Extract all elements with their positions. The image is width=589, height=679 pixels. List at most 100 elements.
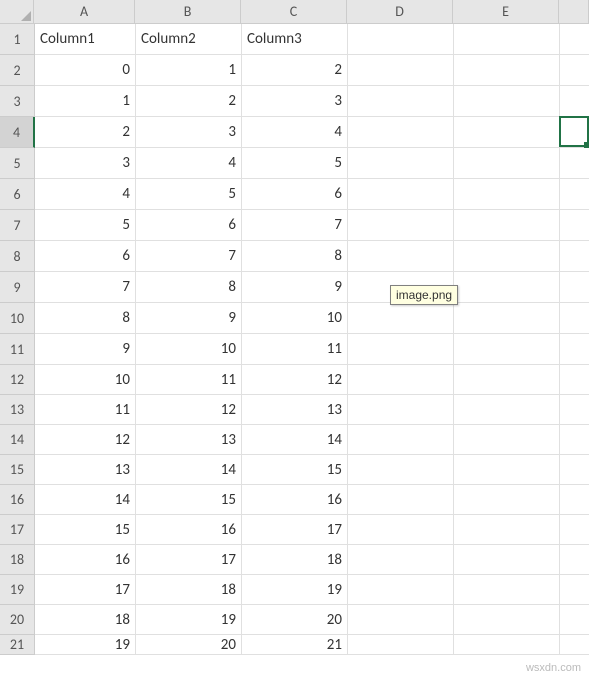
row-header-13[interactable]: 13: [0, 395, 35, 425]
cell[interactable]: [560, 575, 589, 605]
cell[interactable]: [454, 395, 560, 425]
row-header-9[interactable]: 9: [0, 272, 35, 303]
cell[interactable]: 6: [242, 179, 348, 210]
cell[interactable]: [348, 179, 454, 210]
cell[interactable]: [560, 303, 589, 334]
cell[interactable]: [560, 272, 589, 303]
cell[interactable]: Column1: [35, 24, 136, 55]
cell[interactable]: 3: [35, 148, 136, 179]
cell[interactable]: 6: [136, 210, 242, 241]
row-header-15[interactable]: 15: [0, 455, 35, 485]
col-header-b[interactable]: B: [135, 0, 241, 24]
cell[interactable]: [348, 635, 454, 655]
row-header-6[interactable]: 6: [0, 179, 35, 210]
cell[interactable]: [348, 575, 454, 605]
cell[interactable]: 12: [35, 425, 136, 455]
cell[interactable]: 8: [242, 241, 348, 272]
cell[interactable]: 0: [35, 55, 136, 86]
cell[interactable]: [560, 485, 589, 515]
cell[interactable]: 12: [136, 395, 242, 425]
cell[interactable]: [454, 635, 560, 655]
cell[interactable]: 16: [136, 515, 242, 545]
cell[interactable]: [348, 86, 454, 117]
cell[interactable]: 5: [242, 148, 348, 179]
cell[interactable]: [454, 605, 560, 635]
cell[interactable]: [560, 334, 589, 365]
cell[interactable]: [560, 86, 589, 117]
col-header-f[interactable]: [559, 0, 589, 24]
cell[interactable]: 13: [242, 395, 348, 425]
row-header-16[interactable]: 16: [0, 485, 35, 515]
cell[interactable]: 7: [35, 272, 136, 303]
cell[interactable]: [560, 365, 589, 395]
row-header-8[interactable]: 8: [0, 241, 35, 272]
cell[interactable]: [348, 485, 454, 515]
cell[interactable]: 10: [35, 365, 136, 395]
cell[interactable]: [454, 117, 560, 148]
cell[interactable]: Column3: [242, 24, 348, 55]
cell[interactable]: 14: [136, 455, 242, 485]
row-header-11[interactable]: 11: [0, 334, 35, 365]
cell[interactable]: [560, 24, 589, 55]
cell[interactable]: [560, 455, 589, 485]
cell[interactable]: 3: [136, 117, 242, 148]
row-header-14[interactable]: 14: [0, 425, 35, 455]
cell[interactable]: 15: [35, 515, 136, 545]
cell[interactable]: 14: [35, 485, 136, 515]
cell[interactable]: [454, 24, 560, 55]
cell[interactable]: 14: [242, 425, 348, 455]
cell[interactable]: 15: [242, 455, 348, 485]
cell[interactable]: 5: [35, 210, 136, 241]
cell[interactable]: 8: [136, 272, 242, 303]
row-header-1[interactable]: 1: [0, 24, 35, 55]
cell[interactable]: 13: [35, 455, 136, 485]
cell[interactable]: 11: [242, 334, 348, 365]
row-header-17[interactable]: 17: [0, 515, 35, 545]
cell[interactable]: 17: [136, 545, 242, 575]
cell[interactable]: [454, 575, 560, 605]
cell[interactable]: 6: [35, 241, 136, 272]
col-header-c[interactable]: C: [241, 0, 347, 24]
cell[interactable]: 19: [136, 605, 242, 635]
cell[interactable]: [348, 515, 454, 545]
cell[interactable]: 11: [35, 395, 136, 425]
cell[interactable]: 20: [242, 605, 348, 635]
cell[interactable]: 4: [242, 117, 348, 148]
cell[interactable]: [454, 210, 560, 241]
cell[interactable]: [348, 365, 454, 395]
cell[interactable]: [348, 455, 454, 485]
cell[interactable]: [348, 24, 454, 55]
cell[interactable]: 3: [242, 86, 348, 117]
cell[interactable]: 16: [35, 545, 136, 575]
cell[interactable]: [560, 545, 589, 575]
cell[interactable]: 2: [136, 86, 242, 117]
row-header-5[interactable]: 5: [0, 148, 35, 179]
cell[interactable]: 2: [242, 55, 348, 86]
cell[interactable]: [560, 117, 589, 148]
cell[interactable]: 19: [35, 635, 136, 655]
cell[interactable]: [348, 303, 454, 334]
row-header-7[interactable]: 7: [0, 210, 35, 241]
cell[interactable]: [348, 425, 454, 455]
cell[interactable]: 2: [35, 117, 136, 148]
cell[interactable]: [348, 545, 454, 575]
row-header-20[interactable]: 20: [0, 605, 35, 635]
row-header-3[interactable]: 3: [0, 86, 35, 117]
cell[interactable]: [348, 117, 454, 148]
cell[interactable]: [454, 272, 560, 303]
cell[interactable]: [560, 55, 589, 86]
cell[interactable]: 1: [136, 55, 242, 86]
cell[interactable]: [348, 55, 454, 86]
cell[interactable]: [454, 55, 560, 86]
row-header-18[interactable]: 18: [0, 545, 35, 575]
cell[interactable]: [560, 241, 589, 272]
cell[interactable]: 18: [136, 575, 242, 605]
row-header-2[interactable]: 2: [0, 55, 35, 86]
cell[interactable]: 1: [35, 86, 136, 117]
cell[interactable]: 15: [136, 485, 242, 515]
col-header-a[interactable]: A: [34, 0, 135, 24]
cell[interactable]: 5: [136, 179, 242, 210]
cell[interactable]: 9: [35, 334, 136, 365]
col-header-e[interactable]: E: [453, 0, 559, 24]
cell[interactable]: [454, 179, 560, 210]
